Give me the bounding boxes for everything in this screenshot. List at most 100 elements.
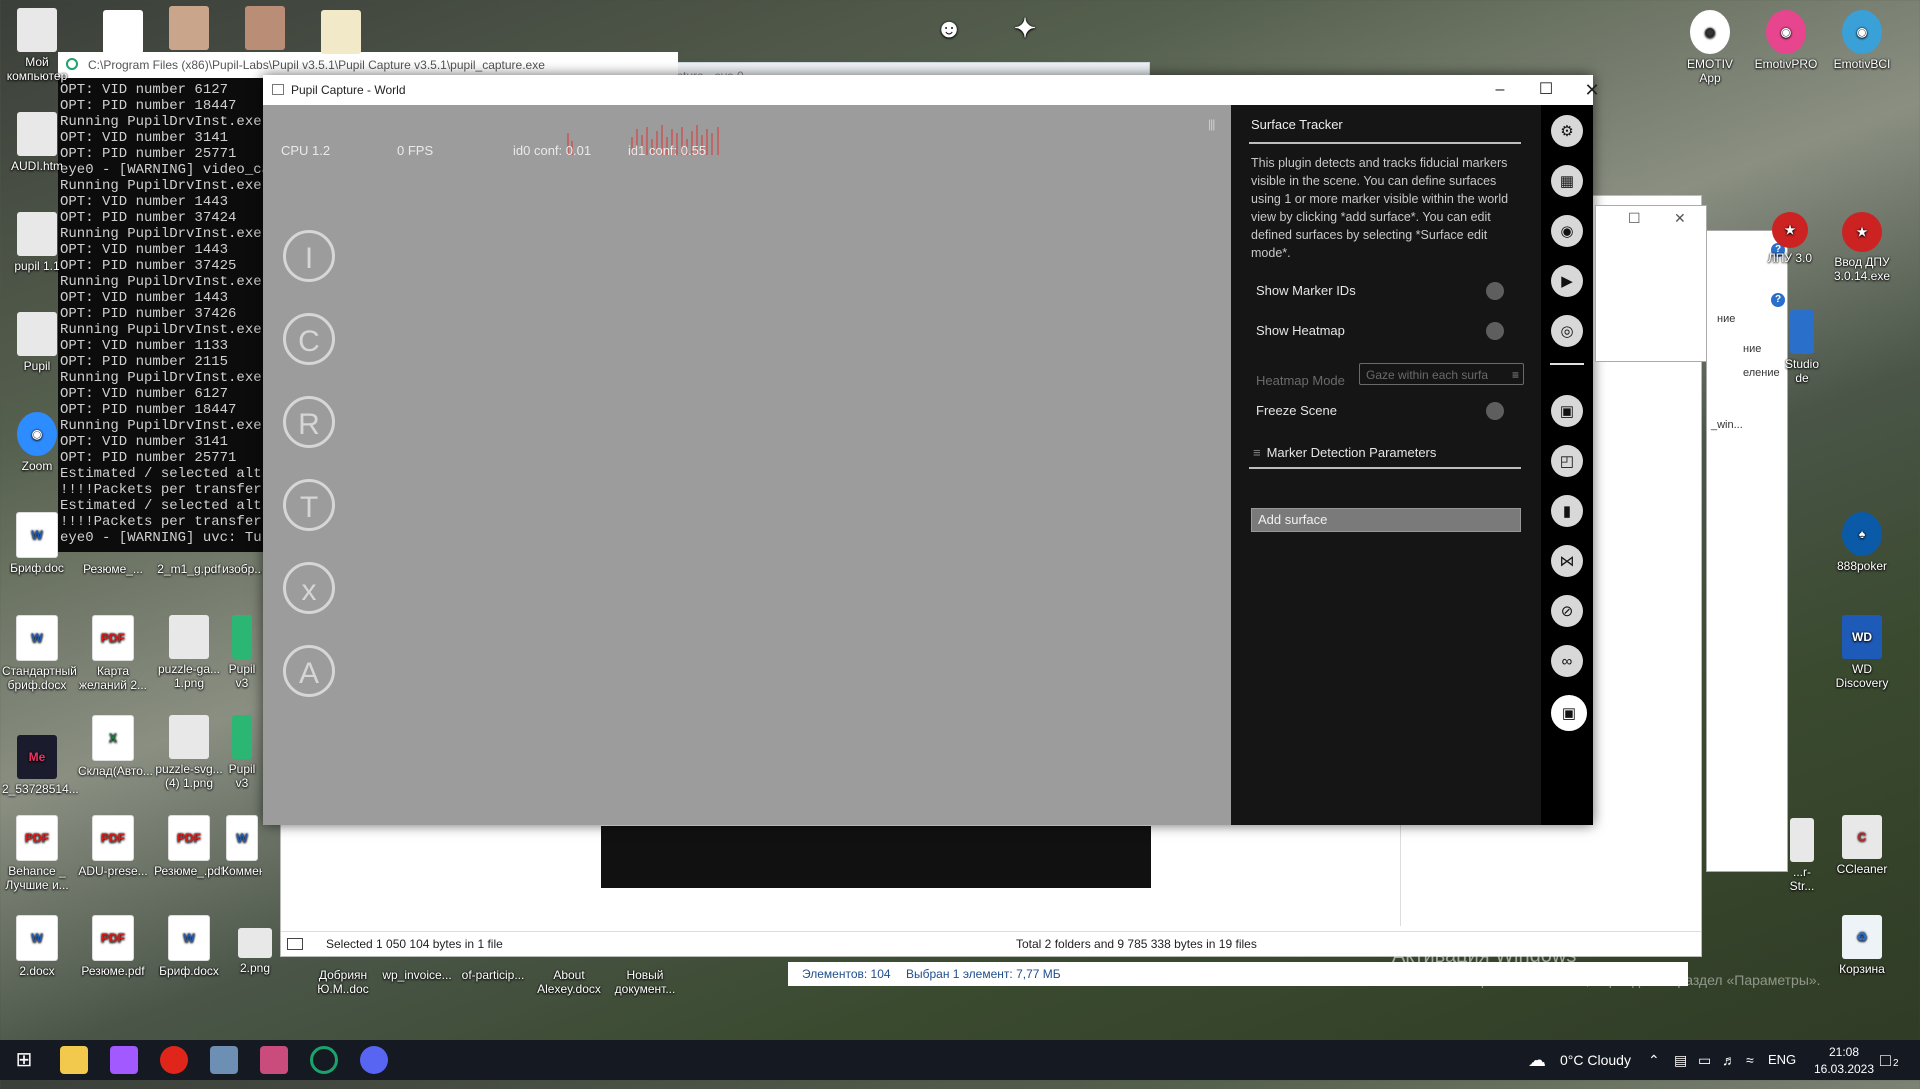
desktop-icon[interactable]: wp_invoice... [382,968,452,982]
minimize-button[interactable]: – [1477,75,1523,105]
fixation-icon[interactable]: ⋈ [1551,545,1583,577]
close-button[interactable]: ✕ [1569,75,1615,105]
pupil-capture-taskbar-icon[interactable] [310,1046,338,1074]
desktop-icon[interactable]: Pupil v3 [222,615,262,690]
close-icon[interactable]: ✕ [1674,210,1686,227]
snapshot-icon[interactable]: ◰ [1551,445,1583,477]
desktop-icon[interactable]: Me 2_53728514... [2,735,79,796]
desktop-icon[interactable]: ◉ EmotivPRO [1751,10,1821,71]
desktop-icon[interactable]: Резюме_... [78,562,148,576]
desktop-icon[interactable]: WD WD Discovery [1827,615,1897,690]
app-icon[interactable] [210,1046,238,1074]
desktop-icon[interactable] [88,10,158,57]
world-view[interactable]: CPU 1.2 0 FPS id0 conf: 0.01 id1 conf: 0… [263,105,1231,825]
mode-button-i[interactable]: I [283,230,335,282]
desktop-icon[interactable]: About Alexey.docx [534,968,604,996]
desktop-icon[interactable]: C CCleaner [1827,815,1897,876]
desktop-icon[interactable] [154,6,224,53]
weather-text[interactable]: 0°C Cloudy [1560,1040,1631,1080]
desktop-icon[interactable]: Мой компьютер [2,8,72,83]
toggle-knob[interactable] [1486,322,1504,340]
desktop-icon[interactable]: pupil 1.1 [2,212,72,273]
desktop-icon[interactable]: 2.png [230,928,280,975]
desktop-icon[interactable]: Pupil [2,312,72,373]
desktop-icon[interactable]: WКоммен... [222,815,262,878]
grid-icon[interactable]: ▦ [1551,165,1583,197]
desktop-icon[interactable]: PDF ADU-prese... [78,815,148,878]
clock-date[interactable]: 16.03.2023 [1808,1049,1880,1089]
desktop-icon[interactable]: ♠ 888poker [1827,512,1897,573]
desktop-icon[interactable]: of-particip... [458,968,528,982]
show-marker-ids-toggle[interactable]: Show Marker IDs [1256,282,1526,300]
desktop-icon[interactable]: Добриян Ю.М..doc [308,968,378,996]
notifications-icon[interactable]: □ [1880,1040,1891,1080]
desktop-icon[interactable]: PDF Резюме_.pdf [154,815,224,878]
menu-grip-icon[interactable]: ||| [1208,117,1215,131]
screen-cast-icon[interactable]: ▣ [1551,395,1583,427]
desktop-icon[interactable]: AUDI.htm [2,112,72,173]
surface-icon[interactable]: ▣ [1551,695,1587,731]
blink-icon[interactable]: ⊘ [1551,595,1583,627]
desktop-icon[interactable]: W Стандартный бриф.docx [2,615,77,692]
mode-button-c[interactable]: C [283,313,335,365]
desktop-icon[interactable]: 2_m1_g.pdf [154,562,224,576]
opera-icon[interactable] [160,1046,188,1074]
desktop-icon[interactable]: W Бриф.doc [2,512,72,575]
chevron-up-icon[interactable]: ⌃ [1648,1040,1660,1080]
desktop-icon[interactable]: PDF Behance _ Лучшие и... [2,815,72,892]
desktop-icon[interactable] [306,10,376,57]
app-icon[interactable] [260,1046,288,1074]
pupil-title-bar[interactable]: Pupil Capture - World – ☐ ✕ [263,75,1600,105]
battery-icon[interactable]: ▭ [1698,1040,1711,1080]
figma-icon[interactable] [110,1046,138,1074]
desktop-icon[interactable]: puzzle-svg... (4) 1.png [154,715,224,790]
desktop-icon[interactable]: ★ ЛПУ 3.0 [1760,212,1820,265]
volume-icon[interactable]: ♬ [1722,1040,1736,1080]
desktop-icon[interactable]: PDF Карта желаний 2... [78,615,148,692]
desktop-icon[interactable]: ...r-Str... [1782,818,1822,893]
help-icon[interactable]: ? [1771,293,1785,307]
desktop-icon[interactable]: W Бриф.docx [154,915,224,978]
desktop-icon[interactable]: ◉ Zoom [2,412,72,473]
gear-icon[interactable]: ⚙ [1551,115,1583,147]
desktop-icon[interactable]: PDF Резюме.pdf [78,915,148,978]
marker-params-section[interactable]: ≡ Marker Detection Parameters [1253,445,1436,460]
maximize-button[interactable]: ☐ [1523,75,1569,105]
link-icon[interactable]: ∞ [1551,645,1583,677]
heatmap-mode-select[interactable]: Gaze within each surfa ≡ [1359,363,1524,385]
wifi-icon[interactable]: ≈ [1746,1040,1754,1080]
desktop-icon[interactable]: ★ Ввод ДПУ 3.0.14.exe [1827,212,1897,283]
mode-button-x[interactable]: x [283,562,335,614]
bookmark-icon[interactable]: ▮ [1551,495,1583,527]
toggle-knob[interactable] [1486,402,1504,420]
video-camera-icon[interactable]: ▶ [1551,265,1583,297]
maximize-icon[interactable]: ☐ [1628,210,1641,227]
desktop-icon[interactable]: ◉ EmotivBCI [1827,10,1897,71]
desktop-icon[interactable] [230,6,300,53]
windows-start-icon[interactable]: ⊞ [10,1046,38,1074]
freeze-scene-toggle[interactable]: Freeze Scene [1256,402,1526,420]
toggle-knob[interactable] [1486,282,1504,300]
desktop-icon[interactable]: Studio de [1782,310,1822,385]
desktop-icon[interactable]: Новый документ... [610,968,680,996]
network-icon[interactable]: ▤ [1674,1040,1687,1080]
desktop-icon[interactable]: X Склад(Авто... [78,715,153,778]
desktop-icon[interactable]: ☻ [914,6,984,53]
desktop-icon[interactable]: W 2.docx [2,915,72,978]
discord-icon[interactable] [360,1046,388,1074]
desktop-icon[interactable]: puzzle-ga... 1.png [154,615,224,690]
file-explorer-icon[interactable] [60,1046,88,1074]
desktop-icon[interactable]: Pupil v3 [222,715,262,790]
add-surface-button[interactable]: Add surface [1251,508,1521,532]
desktop-icon[interactable]: изобр... [222,562,262,576]
desktop-icon[interactable]: ✦ [990,6,1060,53]
mode-button-r[interactable]: R [283,396,335,448]
show-heatmap-toggle[interactable]: Show Heatmap [1256,322,1526,340]
desktop-icon[interactable]: ♻ Корзина [1827,915,1897,976]
camera-icon[interactable]: ◉ [1551,215,1583,247]
mode-button-t[interactable]: T [283,479,335,531]
desktop-icon[interactable]: ◉ EMOTIV App [1675,10,1745,85]
language-indicator[interactable]: ENG [1768,1040,1796,1080]
mode-button-a[interactable]: A [283,645,335,697]
target-icon[interactable]: ◎ [1551,315,1583,347]
